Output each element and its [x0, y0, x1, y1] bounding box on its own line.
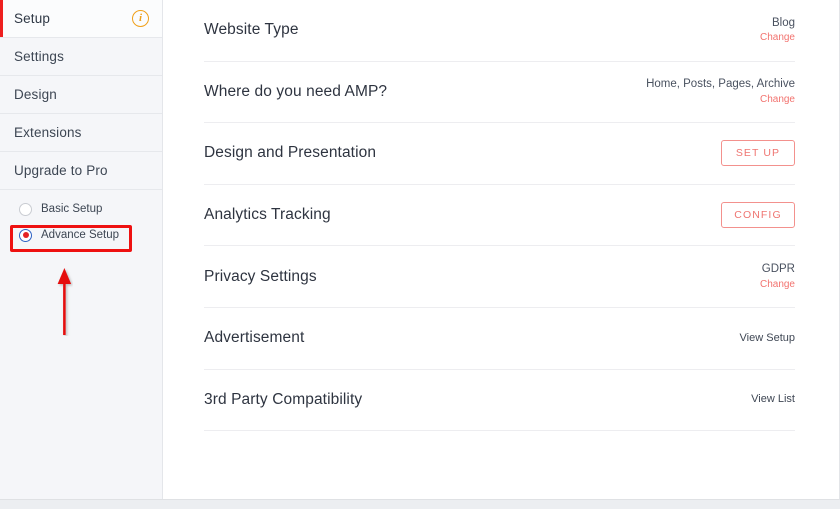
setting-row-where-amp: Where do you need AMP? Home, Posts, Page…: [204, 62, 795, 124]
radio-option-label: Advance Setup: [41, 229, 120, 241]
setting-value: Home, Posts, Pages, Archive: [646, 78, 795, 91]
radio-button-icon-selected[interactable]: [19, 228, 32, 242]
setting-row-title: 3rd Party Compatibility: [204, 390, 363, 408]
setting-row-control: View List: [751, 392, 795, 407]
settings-panel: Website Type Blog Change Where do you ne…: [163, 0, 839, 499]
config-button[interactable]: CONFIG: [721, 202, 795, 229]
setting-row-control: SET UP: [721, 140, 795, 167]
set-up-button[interactable]: SET UP: [721, 140, 795, 167]
setup-mode-radio-group: Basic Setup Advance Setup: [0, 190, 162, 248]
setting-row-control: GDPR Change: [760, 262, 795, 291]
screenshot-root: Setup i Settings Design Extensions Upgra…: [0, 0, 840, 509]
sidebar-item-label: Extensions: [14, 125, 82, 140]
info-icon[interactable]: i: [132, 10, 149, 27]
setting-row-analytics-tracking: Analytics Tracking CONFIG: [204, 185, 795, 247]
sidebar-item-settings[interactable]: Settings: [0, 38, 162, 76]
setting-row-website-type: Website Type Blog Change: [204, 0, 795, 62]
setting-row-control: Blog Change: [760, 16, 795, 45]
setting-row-title: Advertisement: [204, 329, 305, 347]
setting-row-title: Analytics Tracking: [204, 206, 331, 224]
setting-row-privacy-settings: Privacy Settings GDPR Change: [204, 246, 795, 308]
sidebar-item-label: Settings: [14, 49, 64, 64]
radio-option-advance-setup[interactable]: Advance Setup: [0, 222, 162, 248]
setting-row-control: View Setup: [740, 331, 795, 346]
setting-row-title: Where do you need AMP?: [204, 82, 388, 100]
sidebar-item-setup[interactable]: Setup i: [0, 0, 162, 38]
change-link[interactable]: Change: [760, 31, 795, 45]
sidebar-item-label: Setup: [14, 11, 51, 26]
sidebar: Setup i Settings Design Extensions Upgra…: [0, 0, 163, 499]
annotation-arrow-up-icon: [57, 268, 72, 335]
view-setup-link[interactable]: View Setup: [740, 331, 795, 346]
setting-row-title: Design and Presentation: [204, 144, 377, 162]
sidebar-item-label: Design: [14, 87, 57, 102]
setting-row-title: Website Type: [204, 21, 299, 39]
change-link[interactable]: Change: [760, 278, 795, 292]
radio-option-basic-setup[interactable]: Basic Setup: [0, 196, 162, 222]
sidebar-item-design[interactable]: Design: [0, 76, 162, 114]
setting-row-control: Home, Posts, Pages, Archive Change: [646, 77, 795, 106]
setting-row-control: CONFIG: [721, 202, 795, 229]
setting-value: Blog: [771, 16, 795, 29]
plugin-admin-window: Setup i Settings Design Extensions Upgra…: [0, 0, 840, 500]
sidebar-item-label: Upgrade to Pro: [14, 163, 108, 178]
sidebar-item-extensions[interactable]: Extensions: [0, 114, 162, 152]
setting-row-advertisement: Advertisement View Setup: [204, 308, 795, 370]
setting-row-design-presentation: Design and Presentation SET UP: [204, 123, 795, 185]
setting-value: GDPR: [761, 263, 795, 276]
radio-option-label: Basic Setup: [41, 203, 103, 215]
sidebar-item-upgrade-to-pro[interactable]: Upgrade to Pro: [0, 152, 162, 190]
setting-row-title: Privacy Settings: [204, 267, 317, 285]
change-link[interactable]: Change: [760, 93, 795, 107]
radio-button-icon[interactable]: [19, 202, 32, 216]
setting-row-3rd-party-compatibility: 3rd Party Compatibility View List: [204, 370, 795, 432]
view-list-link[interactable]: View List: [751, 392, 795, 407]
